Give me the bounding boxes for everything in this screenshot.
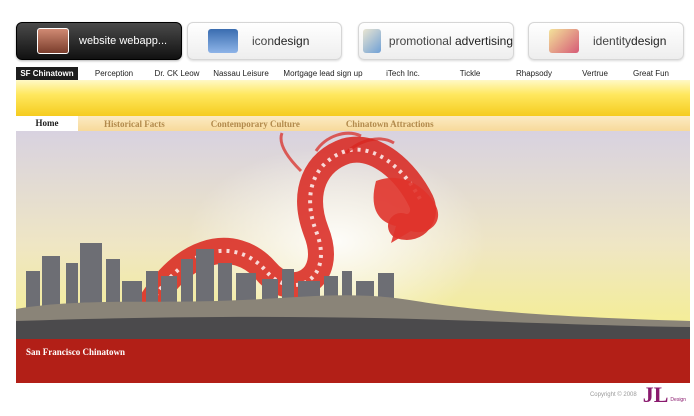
promotional-thumbnail-icon bbox=[363, 29, 381, 53]
hero-image bbox=[16, 131, 690, 339]
nav-item-rhapsody[interactable]: Rhapsody bbox=[502, 69, 566, 78]
nav-item-vertrue[interactable]: Vertrue bbox=[566, 69, 624, 78]
identitydesign-tile[interactable]: identitydesign bbox=[528, 22, 684, 60]
hero-caption-bar: San Francisco Chinatown bbox=[16, 339, 690, 383]
nav-item-perception[interactable]: Perception bbox=[78, 69, 150, 78]
identitydesign-thumbnail-icon bbox=[549, 29, 579, 53]
nav-item-dr-ck-leow[interactable]: Dr. CK Leow bbox=[150, 69, 204, 78]
icondesign-label: icondesign bbox=[252, 34, 310, 48]
project-nav: SF Chinatown Perception Dr. CK Leow Nass… bbox=[16, 66, 690, 80]
nav-item-great-fun[interactable]: Great Fun bbox=[624, 69, 678, 78]
logo-mark: JL bbox=[642, 382, 669, 407]
dragon-skyline-illustration bbox=[16, 131, 690, 339]
site-tabs: Home Historical Facts Contemporary Cultu… bbox=[16, 116, 690, 131]
website-webapp-tile[interactable]: website webapp... bbox=[16, 22, 182, 60]
footer: Copyright © 2008 JL Design bbox=[590, 384, 686, 406]
tab-historical-facts[interactable]: Historical Facts bbox=[104, 119, 165, 129]
tab-home[interactable]: Home bbox=[16, 116, 78, 131]
nav-item-sf-chinatown[interactable]: SF Chinatown bbox=[16, 66, 78, 80]
icondesign-tile[interactable]: icondesign bbox=[187, 22, 342, 60]
tab-contemporary-culture[interactable]: Contemporary Culture bbox=[211, 119, 300, 129]
nav-item-nassau-leisure[interactable]: Nassau Leisure bbox=[204, 69, 278, 78]
nav-item-mortgage-lead[interactable]: Mortgage lead sign up bbox=[278, 69, 368, 78]
nav-item-itech[interactable]: iTech Inc. bbox=[368, 69, 438, 78]
promotional-advertising-label: promotional advertising bbox=[388, 34, 513, 48]
icondesign-thumbnail-icon bbox=[208, 29, 238, 53]
promotional-advertising-tile[interactable]: promotional advertising bbox=[358, 22, 514, 60]
copyright-text: Copyright © 2008 bbox=[589, 392, 637, 398]
identitydesign-label: identitydesign bbox=[593, 34, 667, 48]
website-webapp-label: website webapp... bbox=[79, 35, 168, 47]
webapp-thumbnail-icon bbox=[37, 28, 69, 54]
logo-text: Design bbox=[670, 397, 686, 403]
nav-item-tickle[interactable]: Tickle bbox=[438, 69, 502, 78]
yellow-banner bbox=[16, 80, 690, 116]
jl-design-logo[interactable]: JL Design bbox=[643, 384, 686, 406]
tab-chinatown-attractions[interactable]: Chinatown Attractions bbox=[346, 119, 434, 129]
hero-caption: San Francisco Chinatown bbox=[26, 347, 126, 357]
